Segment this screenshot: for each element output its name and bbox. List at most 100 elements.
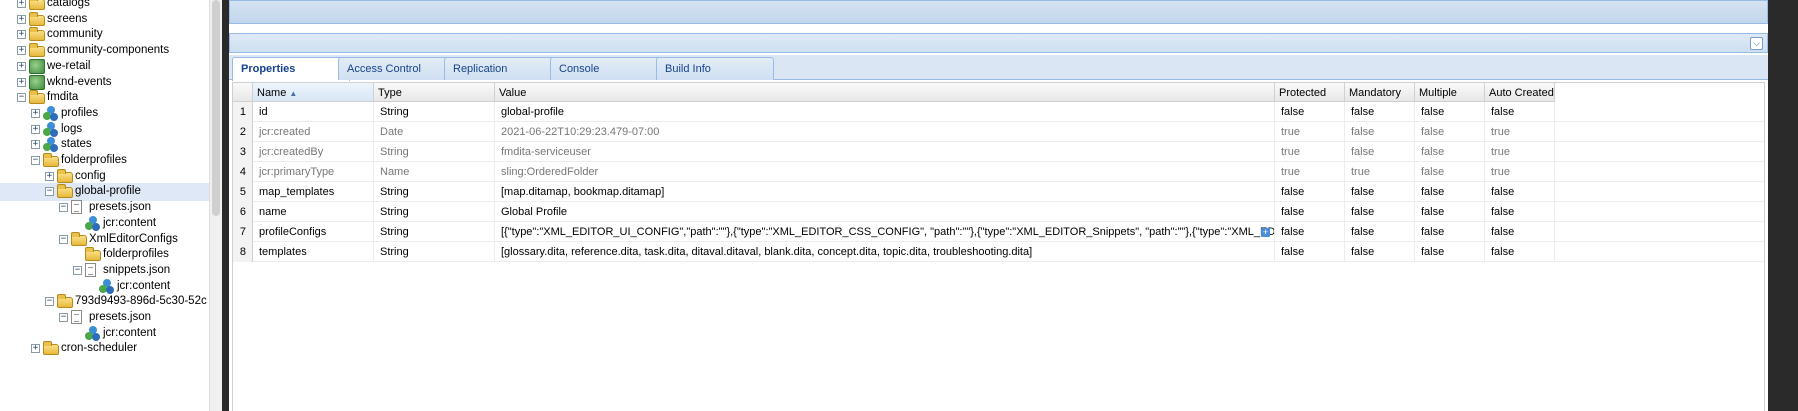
table-row[interactable]: 1 id String global-profile false false false fa… <box>233 102 1764 122</box>
table-row[interactable]: 5 map_templates String [map.ditamap, bookma… <box>233 182 1764 202</box>
collapse-icon[interactable]: ⌵ <box>1750 37 1763 50</box>
cell-auto[interactable]: false <box>1485 242 1555 262</box>
collapse-icon[interactable]: − <box>59 203 68 213</box>
tab-access-control[interactable]: Access Control <box>338 57 456 80</box>
expand-icon[interactable]: + <box>17 30 26 40</box>
cell-value[interactable]: sling:OrderedFolder <box>495 162 1275 182</box>
cell-type[interactable]: String <box>374 222 495 242</box>
cell-value[interactable]: [{"type":"XML_EDITOR_UI_CONFIG","path":"… <box>495 222 1275 242</box>
cell-auto[interactable]: true <box>1485 122 1555 142</box>
expand-icon[interactable]: + <box>17 0 26 8</box>
cell-type[interactable]: String <box>374 142 495 162</box>
cell-multiple[interactable]: false <box>1415 142 1485 162</box>
expand-icon[interactable]: + <box>17 46 26 56</box>
collapse-icon[interactable]: − <box>31 156 40 165</box>
cell-name[interactable]: id <box>253 102 374 122</box>
cell-type[interactable]: String <box>374 202 495 222</box>
column-header-auto-created[interactable]: Auto Created <box>1485 83 1555 102</box>
cell-value[interactable]: 2021-06-22T10:29:23.479-07:00 <box>495 122 1275 142</box>
table-row[interactable]: 3 jcr:createdBy String fmdita-serviceuser tr… <box>233 142 1764 162</box>
cell-value[interactable]: [glossary.dita, reference.dita, task.dit… <box>495 242 1275 262</box>
cell-type[interactable]: Name <box>374 162 495 182</box>
cell-multiple[interactable]: false <box>1415 102 1485 122</box>
expand-icon[interactable]: + <box>17 61 26 71</box>
cell-auto[interactable]: true <box>1485 142 1555 162</box>
expand-icon[interactable]: + <box>31 108 40 118</box>
cell-mandatory[interactable]: false <box>1345 142 1415 162</box>
column-header-multiple[interactable]: Multiple <box>1415 83 1485 102</box>
cell-mandatory[interactable]: false <box>1345 102 1415 122</box>
cell-multiple[interactable]: false <box>1415 122 1485 142</box>
expand-icon[interactable]: + <box>31 124 40 134</box>
cell-mandatory[interactable]: false <box>1345 222 1415 242</box>
column-header-name[interactable]: Name ▲ <box>253 83 374 102</box>
cell-type[interactable]: String <box>374 242 495 262</box>
cell-protected[interactable]: true <box>1275 142 1345 162</box>
tree-scrollbar[interactable] <box>209 0 222 411</box>
cell-type[interactable]: String <box>374 102 495 122</box>
cell-value[interactable]: Global Profile <box>495 202 1275 222</box>
tree-scrollbar-thumb[interactable] <box>212 0 220 216</box>
cell-multiple[interactable]: false <box>1415 162 1485 182</box>
cell-auto[interactable]: false <box>1485 182 1555 202</box>
cell-multiple[interactable]: false <box>1415 242 1485 262</box>
cell-name[interactable]: templates <box>253 242 374 262</box>
expand-icon[interactable]: + <box>45 171 54 181</box>
expand-icon[interactable]: + <box>17 14 26 24</box>
cell-protected[interactable]: false <box>1275 242 1345 262</box>
cell-multiple[interactable]: false <box>1415 202 1485 222</box>
table-row[interactable]: 2 jcr:created Date 2021-06-22T10:29:23.479-… <box>233 122 1764 142</box>
cell-name[interactable]: profileConfigs <box>253 222 374 242</box>
table-row[interactable]: 7 profileConfigs String [{"type":"XML_EDITO… <box>233 222 1764 242</box>
column-header-protected[interactable]: Protected <box>1275 83 1345 102</box>
cell-mandatory[interactable]: false <box>1345 182 1415 202</box>
expand-icon[interactable]: + <box>31 344 40 354</box>
cell-protected[interactable]: false <box>1275 182 1345 202</box>
cell-auto[interactable]: false <box>1485 102 1555 122</box>
column-header-type[interactable]: Type <box>374 83 495 102</box>
table-row[interactable]: 6 name String Global Profile false false false… <box>233 202 1764 222</box>
cell-auto[interactable]: true <box>1485 162 1555 182</box>
collapse-icon[interactable]: − <box>59 234 68 244</box>
expand-icon[interactable]: + <box>17 77 26 87</box>
cell-multiple[interactable]: false <box>1415 182 1485 202</box>
collapse-icon[interactable]: − <box>45 297 54 307</box>
table-row[interactable]: 4 jcr:primaryType Name sling:OrderedFolder t… <box>233 162 1764 182</box>
cell-type[interactable]: String <box>374 182 495 202</box>
table-row[interactable]: 8 templates String [glossary.dita, referenc… <box>233 242 1764 262</box>
cell-mandatory[interactable]: true <box>1345 162 1415 182</box>
collapse-icon[interactable]: − <box>59 313 68 322</box>
cell-name[interactable]: jcr:createdBy <box>253 142 374 162</box>
cell-name[interactable]: jcr:created <box>253 122 374 142</box>
cell-protected[interactable]: false <box>1275 102 1345 122</box>
cell-name[interactable]: name <box>253 202 374 222</box>
cell-mandatory[interactable]: false <box>1345 202 1415 222</box>
tree-item[interactable]: + cron-scheduler <box>0 340 209 358</box>
tab-replication[interactable]: Replication <box>444 57 562 80</box>
cell-name[interactable]: map_templates <box>253 182 374 202</box>
cell-protected[interactable]: false <box>1275 202 1345 222</box>
expand-value-icon[interactable]: + <box>1261 228 1270 237</box>
cell-value[interactable]: fmdita-serviceuser <box>495 142 1275 162</box>
expand-icon[interactable]: + <box>31 140 40 150</box>
cell-mandatory[interactable]: false <box>1345 242 1415 262</box>
cell-protected[interactable]: false <box>1275 222 1345 242</box>
cell-protected[interactable]: true <box>1275 162 1345 182</box>
column-header-mandatory[interactable]: Mandatory <box>1345 83 1415 102</box>
cell-value[interactable]: global-profile <box>495 102 1275 122</box>
cell-multiple[interactable]: false <box>1415 222 1485 242</box>
cell-protected[interactable]: true <box>1275 122 1345 142</box>
cell-name[interactable]: jcr:primaryType <box>253 162 374 182</box>
collapse-icon[interactable]: − <box>73 265 82 275</box>
collapse-icon[interactable]: − <box>45 187 54 197</box>
cell-auto[interactable]: false <box>1485 222 1555 242</box>
column-header-value[interactable]: Value <box>495 83 1275 102</box>
tab-build-info[interactable]: Build Info <box>656 57 774 80</box>
cell-auto[interactable]: false <box>1485 202 1555 222</box>
cell-type[interactable]: Date <box>374 122 495 142</box>
tab-console[interactable]: Console <box>550 57 668 80</box>
cell-mandatory[interactable]: false <box>1345 122 1415 142</box>
collapse-icon[interactable]: − <box>17 93 26 103</box>
cell-value[interactable]: [map.ditamap, bookmap.ditamap] <box>495 182 1275 202</box>
tab-properties[interactable]: Properties <box>232 57 350 81</box>
